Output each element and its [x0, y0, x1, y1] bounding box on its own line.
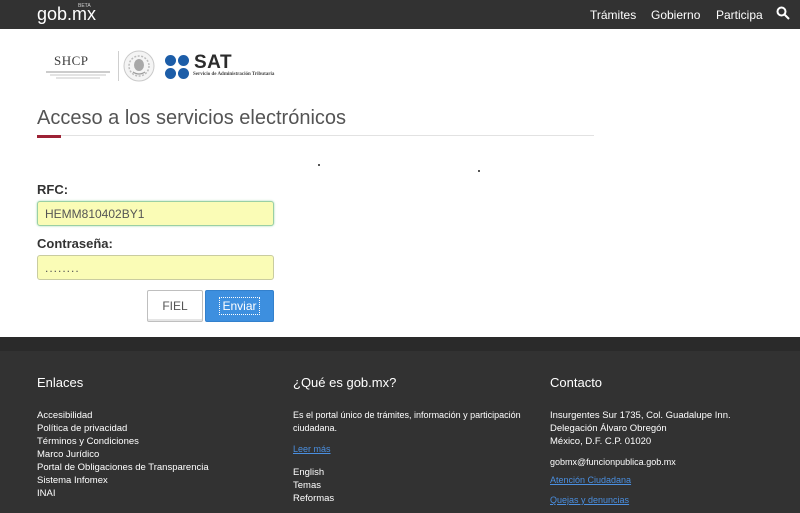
rfc-input[interactable] [37, 201, 274, 226]
contact-email: gobmx@funcionpublica.gob.mx [550, 457, 676, 467]
quejas-denuncias-link[interactable]: Quejas y denuncias [550, 495, 780, 505]
nav-participa[interactable]: Participa [716, 8, 763, 22]
title-divider [37, 135, 594, 136]
search-icon[interactable] [776, 6, 790, 20]
atencion-ciudadana-link[interactable]: Atención Ciudadana [550, 475, 780, 485]
mexico-seal-icon [123, 50, 155, 82]
stray-dot [318, 164, 320, 166]
sat-subtitle: Servicio de Administración Tributaria [193, 72, 275, 77]
enviar-button-label: Enviar [219, 297, 260, 315]
stray-dot [478, 170, 480, 172]
footer: Enlaces Accesibilidad Política de privac… [0, 337, 800, 513]
footer-link-inai[interactable]: INAI [37, 487, 209, 500]
enviar-button[interactable]: Enviar [205, 290, 274, 322]
footer-top-band [0, 337, 800, 351]
nav-gobierno[interactable]: Gobierno [651, 8, 700, 22]
footer-link-marco-juridico[interactable]: Marco Jurídico [37, 448, 209, 461]
que-es-title: ¿Qué es gob.mx? [293, 375, 397, 390]
sat-logo-text: SAT [194, 52, 233, 73]
enlaces-title: Enlaces [37, 375, 84, 390]
sat-logo-icon [165, 55, 189, 79]
address-line-3: México, D.F. C.P. 01020 [550, 436, 652, 447]
footer-link-accesibilidad[interactable]: Accesibilidad [37, 409, 209, 422]
footer-link-privacidad[interactable]: Política de privacidad [37, 422, 209, 435]
leer-mas-link[interactable]: Leer más [293, 444, 538, 454]
footer-link-english[interactable]: English [293, 466, 538, 479]
shcp-subtitle-lines [46, 71, 110, 79]
password-label: Contraseña: [37, 236, 113, 251]
footer-enlaces: Enlaces Accesibilidad Política de privac… [37, 375, 209, 500]
footer-contacto: Contacto Insurgentes Sur 1735, Col. Guad… [550, 375, 780, 513]
footer-que-es: ¿Qué es gob.mx? Es el portal único de tr… [293, 375, 538, 505]
password-input[interactable] [37, 255, 274, 280]
beta-badge: BETA [78, 3, 91, 9]
contacto-title: Contacto [550, 375, 603, 390]
institution-logos: SHCP SAT Servicio de Administración Trib… [40, 47, 310, 87]
footer-link-terminos[interactable]: Términos y Condiciones [37, 435, 209, 448]
address-line-2: Delegación Álvaro Obregón [550, 423, 667, 434]
footer-link-temas[interactable]: Temas [293, 479, 538, 492]
nav-tramites[interactable]: Trámites [590, 8, 636, 22]
rfc-label: RFC: [37, 182, 69, 197]
top-nav-bar: gob.mx BETA Trámites Gobierno Participa [0, 0, 800, 29]
fiel-button[interactable]: FIEL [147, 290, 203, 322]
title-accent-bar [37, 135, 61, 138]
footer-link-reformas[interactable]: Reformas [293, 492, 538, 505]
shcp-logo-text: SHCP [54, 53, 89, 68]
footer-link-transparencia[interactable]: Portal de Obligaciones de Transparencia [37, 461, 209, 474]
logo-divider [118, 51, 119, 81]
address-line-1: Insurgentes Sur 1735, Col. Guadalupe Inn… [550, 410, 731, 421]
footer-link-infomex[interactable]: Sistema Infomex [37, 474, 209, 487]
que-es-description: Es el portal único de trámites, informac… [293, 410, 521, 433]
page-title: Acceso a los servicios electrónicos [37, 107, 347, 129]
